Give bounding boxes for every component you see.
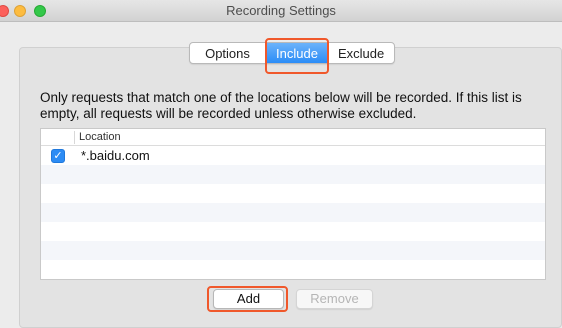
empty-row xyxy=(41,260,545,279)
enabled-checkbox[interactable]: ✓ xyxy=(51,149,65,163)
location-cell: *.baidu.com xyxy=(81,148,150,163)
tab-options[interactable]: Options xyxy=(190,43,266,63)
title-bar: Recording Settings xyxy=(0,0,562,22)
empty-row xyxy=(41,184,545,203)
empty-row xyxy=(41,165,545,184)
location-column-header[interactable]: Location xyxy=(41,129,545,146)
table-row[interactable]: ✓ *.baidu.com xyxy=(41,146,545,165)
empty-row xyxy=(41,222,545,241)
include-tab-highlight xyxy=(265,38,329,74)
window-title: Recording Settings xyxy=(226,3,336,18)
table-rows: ✓ *.baidu.com xyxy=(41,146,545,280)
column-separator xyxy=(74,131,75,144)
add-button-highlight xyxy=(207,286,288,312)
empty-row xyxy=(41,203,545,222)
remove-button[interactable]: Remove xyxy=(296,289,373,309)
location-table: Location ✓ *.baidu.com xyxy=(40,128,546,280)
empty-row xyxy=(41,241,545,260)
empty-row xyxy=(41,279,545,280)
tab-exclude[interactable]: Exclude xyxy=(328,43,394,63)
location-header-label: Location xyxy=(79,131,121,143)
include-description: Only requests that match one of the loca… xyxy=(40,90,522,121)
